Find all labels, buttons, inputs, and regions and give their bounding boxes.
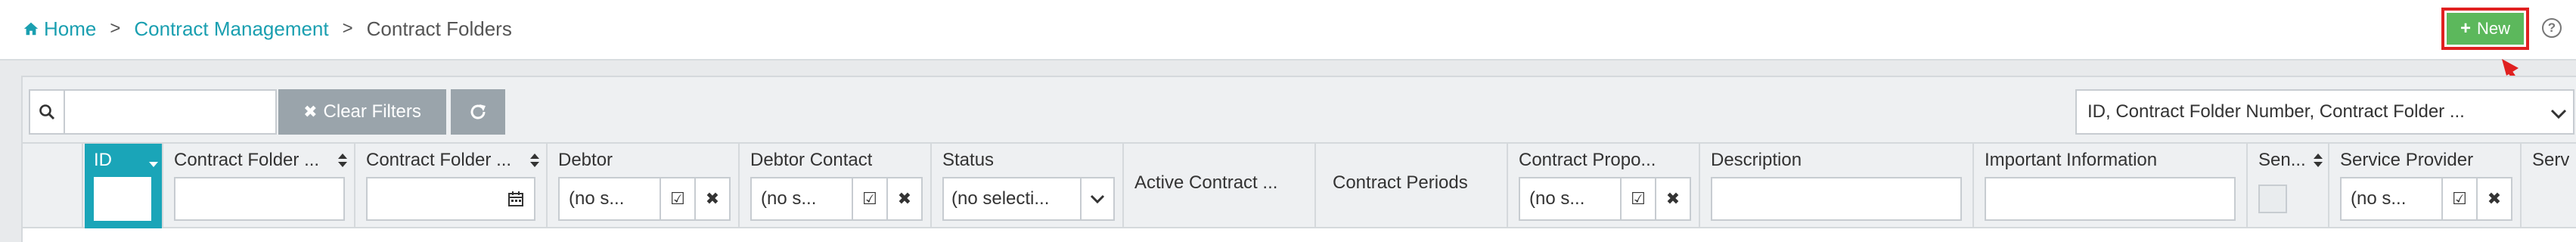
plus-icon: + bbox=[2460, 18, 2471, 39]
column-contract-folder-number-label: Contract Folder ... bbox=[174, 150, 320, 170]
visible-columns-select[interactable]: ID, Contract Folder Number, Contract Fol… bbox=[2075, 89, 2574, 135]
new-button-label: New bbox=[2477, 19, 2511, 38]
column-contract-proposal[interactable]: Contract Propo... (no s... ☑ ✖ bbox=[1510, 144, 1700, 228]
clear-filters-label: Clear Filters bbox=[323, 101, 421, 122]
column-service-provider-label: Service Provider bbox=[2340, 150, 2474, 170]
column-contract-periods-label: Contract Periods bbox=[1333, 172, 1468, 193]
breadcrumb-home-link[interactable]: Home bbox=[23, 17, 96, 41]
breadcrumb: Home > Contract Management > Contract Fo… bbox=[23, 15, 512, 42]
column-id-label: ID bbox=[94, 150, 112, 170]
contract-proposal-filter-picker[interactable]: (no s... ☑ ✖ bbox=[1519, 177, 1691, 221]
important-information-filter-input[interactable] bbox=[1985, 177, 2236, 221]
chevron-down-icon bbox=[2550, 109, 2567, 119]
breadcrumb-current: Contract Folders bbox=[366, 17, 512, 40]
column-debtor-contact[interactable]: Debtor Contact (no s... ☑ ✖ bbox=[741, 144, 932, 228]
grid-body bbox=[23, 228, 2576, 242]
column-debtor[interactable]: Debtor (no s... ☑ ✖ bbox=[549, 144, 740, 228]
row-selector-column bbox=[23, 144, 83, 228]
close-icon: ✖ bbox=[303, 102, 318, 121]
column-service-truncated-label: Serv bbox=[2532, 150, 2570, 170]
clear-icon[interactable]: ✖ bbox=[694, 178, 729, 219]
visible-columns-value: ID, Contract Folder Number, Contract Fol… bbox=[2087, 101, 2465, 122]
column-contract-periods[interactable]: Contract Periods bbox=[1317, 144, 1508, 228]
contract-folder-date-filter-input[interactable] bbox=[366, 177, 499, 221]
debtor-filter-value: (no s... bbox=[569, 188, 625, 209]
clear-icon[interactable]: ✖ bbox=[886, 178, 921, 219]
help-icon[interactable]: ? bbox=[2542, 18, 2562, 38]
top-bar: Home > Contract Management > Contract Fo… bbox=[0, 0, 2576, 60]
search-input[interactable] bbox=[64, 89, 277, 135]
contract-proposal-filter-value: (no s... bbox=[1529, 188, 1585, 209]
select-checklist-icon[interactable]: ☑ bbox=[2441, 178, 2476, 219]
grid-toolbar: ✖ Clear Filters ID, Contract Folder Numb… bbox=[23, 77, 2576, 144]
description-filter-input[interactable] bbox=[1711, 177, 1962, 221]
column-status-label: Status bbox=[942, 150, 995, 170]
clear-icon[interactable]: ✖ bbox=[1655, 178, 1690, 219]
column-description-label: Description bbox=[1711, 150, 1802, 170]
search-icon bbox=[29, 89, 64, 135]
column-important-information-label: Important Information bbox=[1985, 150, 2158, 170]
column-contract-folder-date-label: Contract Folder ... bbox=[366, 150, 512, 170]
chevron-down-icon bbox=[1080, 178, 1113, 219]
sort-icon bbox=[2314, 154, 2323, 167]
refresh-icon bbox=[470, 104, 486, 119]
calendar-icon[interactable] bbox=[498, 177, 535, 221]
search-group bbox=[29, 89, 277, 135]
sort-icon bbox=[530, 154, 539, 167]
clear-filters-button[interactable]: ✖ Clear Filters bbox=[278, 89, 446, 135]
breadcrumb-separator: > bbox=[342, 18, 353, 39]
column-description[interactable]: Description bbox=[1702, 144, 1974, 228]
column-debtor-label: Debtor bbox=[558, 150, 613, 170]
column-sent[interactable]: Sen... bbox=[2249, 144, 2329, 228]
status-filter-value: (no selecti... bbox=[951, 188, 1050, 209]
column-sent-label: Sen... bbox=[2258, 150, 2306, 170]
grid-header-row: ID Contract Folder ... Contract Folder .… bbox=[23, 144, 2576, 228]
breadcrumb-home-label: Home bbox=[44, 17, 97, 40]
breadcrumb-separator: > bbox=[110, 18, 121, 39]
sent-filter-checkbox[interactable] bbox=[2258, 185, 2287, 213]
column-contract-folder-number[interactable]: Contract Folder ... bbox=[165, 144, 355, 228]
column-status[interactable]: Status (no selecti... bbox=[933, 144, 1124, 228]
column-active-contract[interactable]: Active Contract ... bbox=[1125, 144, 1316, 228]
select-checklist-icon[interactable]: ☑ bbox=[1620, 178, 1655, 219]
select-checklist-icon[interactable]: ☑ bbox=[660, 178, 694, 219]
column-contract-folder-date[interactable]: Contract Folder ... bbox=[357, 144, 548, 228]
status-filter-select[interactable]: (no selecti... bbox=[942, 177, 1115, 221]
breadcrumb-contract-management-link[interactable]: Contract Management bbox=[134, 17, 328, 41]
service-provider-filter-picker[interactable]: (no s... ☑ ✖ bbox=[2340, 177, 2512, 221]
new-button-highlight: + New bbox=[2441, 8, 2529, 50]
id-filter-input[interactable] bbox=[94, 177, 151, 221]
column-service-truncated[interactable]: Serv bbox=[2523, 144, 2576, 228]
grid-panel: ✖ Clear Filters ID, Contract Folder Numb… bbox=[21, 76, 2576, 242]
debtor-contact-filter-picker[interactable]: (no s... ☑ ✖ bbox=[750, 177, 923, 221]
home-icon bbox=[23, 22, 39, 36]
sort-icon bbox=[338, 154, 347, 167]
column-debtor-contact-label: Debtor Contact bbox=[750, 150, 873, 170]
select-checklist-icon[interactable]: ☑ bbox=[852, 178, 886, 219]
service-provider-filter-value: (no s... bbox=[2351, 188, 2407, 209]
column-service-provider[interactable]: Service Provider (no s... ☑ ✖ bbox=[2331, 144, 2522, 228]
column-active-contract-label: Active Contract ... bbox=[1134, 172, 1278, 193]
clear-icon[interactable]: ✖ bbox=[2476, 178, 2511, 219]
column-important-information[interactable]: Important Information bbox=[1975, 144, 2248, 228]
debtor-contact-filter-value: (no s... bbox=[761, 188, 817, 209]
column-id[interactable]: ID bbox=[85, 144, 163, 228]
contract-folder-number-filter-input[interactable] bbox=[174, 177, 345, 221]
new-button[interactable]: + New bbox=[2447, 13, 2524, 45]
debtor-filter-picker[interactable]: (no s... ☑ ✖ bbox=[558, 177, 731, 221]
sort-desc-icon bbox=[149, 162, 158, 167]
column-contract-proposal-label: Contract Propo... bbox=[1519, 150, 1656, 170]
refresh-button[interactable] bbox=[451, 89, 505, 135]
